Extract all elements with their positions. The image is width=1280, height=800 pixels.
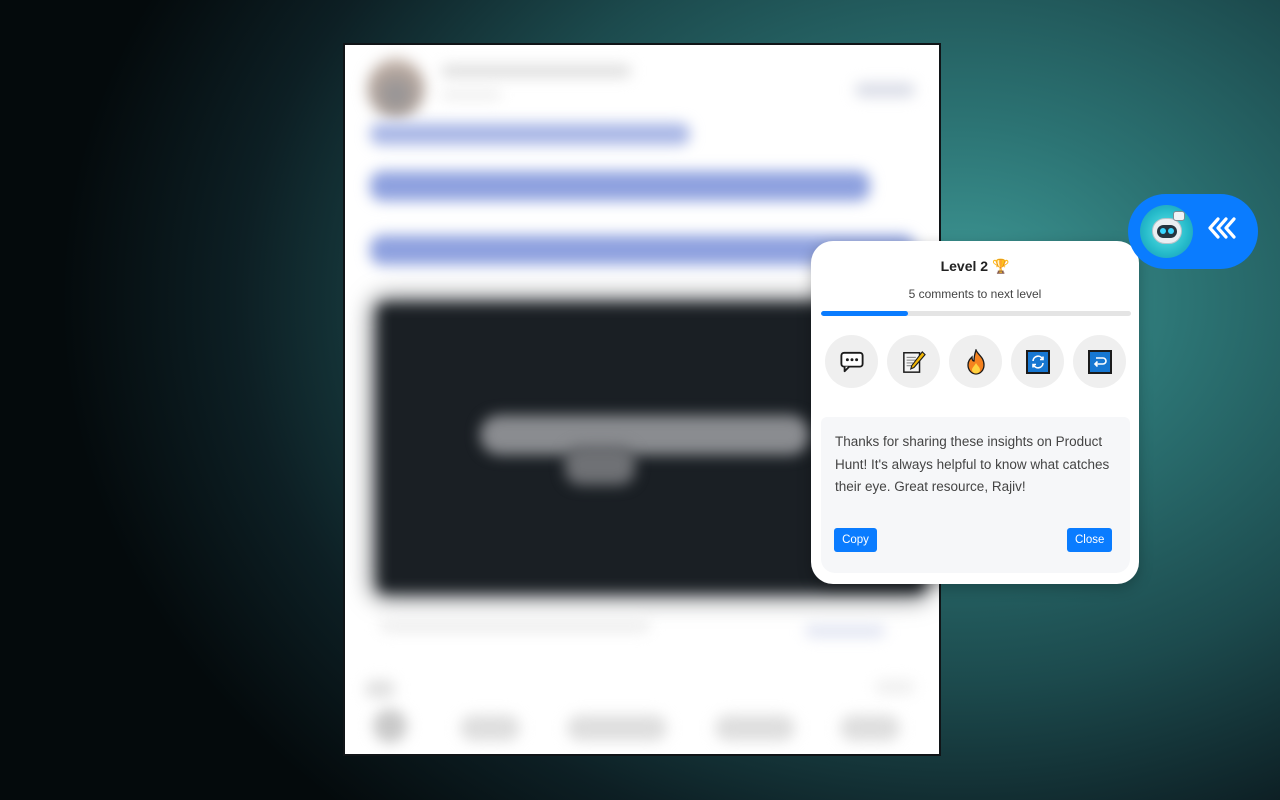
post-caption-link [805,625,885,637]
post-author-name [441,65,631,77]
post-author-avatar [367,57,425,119]
comment-action-button[interactable] [825,335,878,388]
speech-bubble-icon [839,350,864,374]
generated-reply-box: Thanks for sharing these insights on Pro… [821,417,1130,573]
post-text-line [370,171,870,201]
action-buttons [825,335,1126,388]
post-media-text [565,445,635,485]
assistant-launcher-button[interactable] [1128,194,1258,269]
post-comment-count [875,680,915,694]
post-action-comment [567,715,667,741]
copy-button[interactable]: Copy [834,528,877,552]
level-title: Level 2 🏆 [811,258,1139,275]
regenerate-action-button[interactable] [1011,335,1064,388]
robot-avatar-icon [1140,205,1193,258]
level-label: Level 2 [940,258,989,274]
level-progress-bar [821,311,1131,316]
post-action-send [840,715,900,741]
trophy-icon: 🏆 [991,259,1010,275]
comment-assistant-popup: Level 2 🏆 5 comments to next level Thank… [811,241,1139,584]
refresh-icon [1025,349,1050,374]
post-follow-button [855,83,915,97]
close-button[interactable]: Close [1067,528,1112,552]
level-progress-fill [821,311,908,316]
post-media-text [480,415,810,455]
post-action-repost [715,715,795,741]
return-arrow-icon [1087,349,1112,374]
write-action-button[interactable] [887,335,940,388]
robot-face [1157,225,1177,238]
level-progress-text: 5 comments to next level [908,287,1042,301]
post-action-avatar [373,709,407,743]
reply-action-button[interactable] [1073,335,1126,388]
post-meta [441,91,501,99]
generated-reply-text: Thanks for sharing these insights on Pro… [835,434,1110,494]
memo-pencil-icon [902,350,926,374]
fire-action-button[interactable] [949,335,1002,388]
robot-head [1152,218,1182,244]
robot-eye [1168,228,1174,234]
robot-chat-bubble [1173,211,1185,221]
post-text-line [370,123,690,145]
post-reactions [365,680,395,698]
collapse-chevrons-icon [1206,216,1240,247]
fire-icon [964,348,988,375]
robot-eye [1160,228,1166,234]
post-media-caption [380,620,650,632]
post-action-like [460,715,520,741]
